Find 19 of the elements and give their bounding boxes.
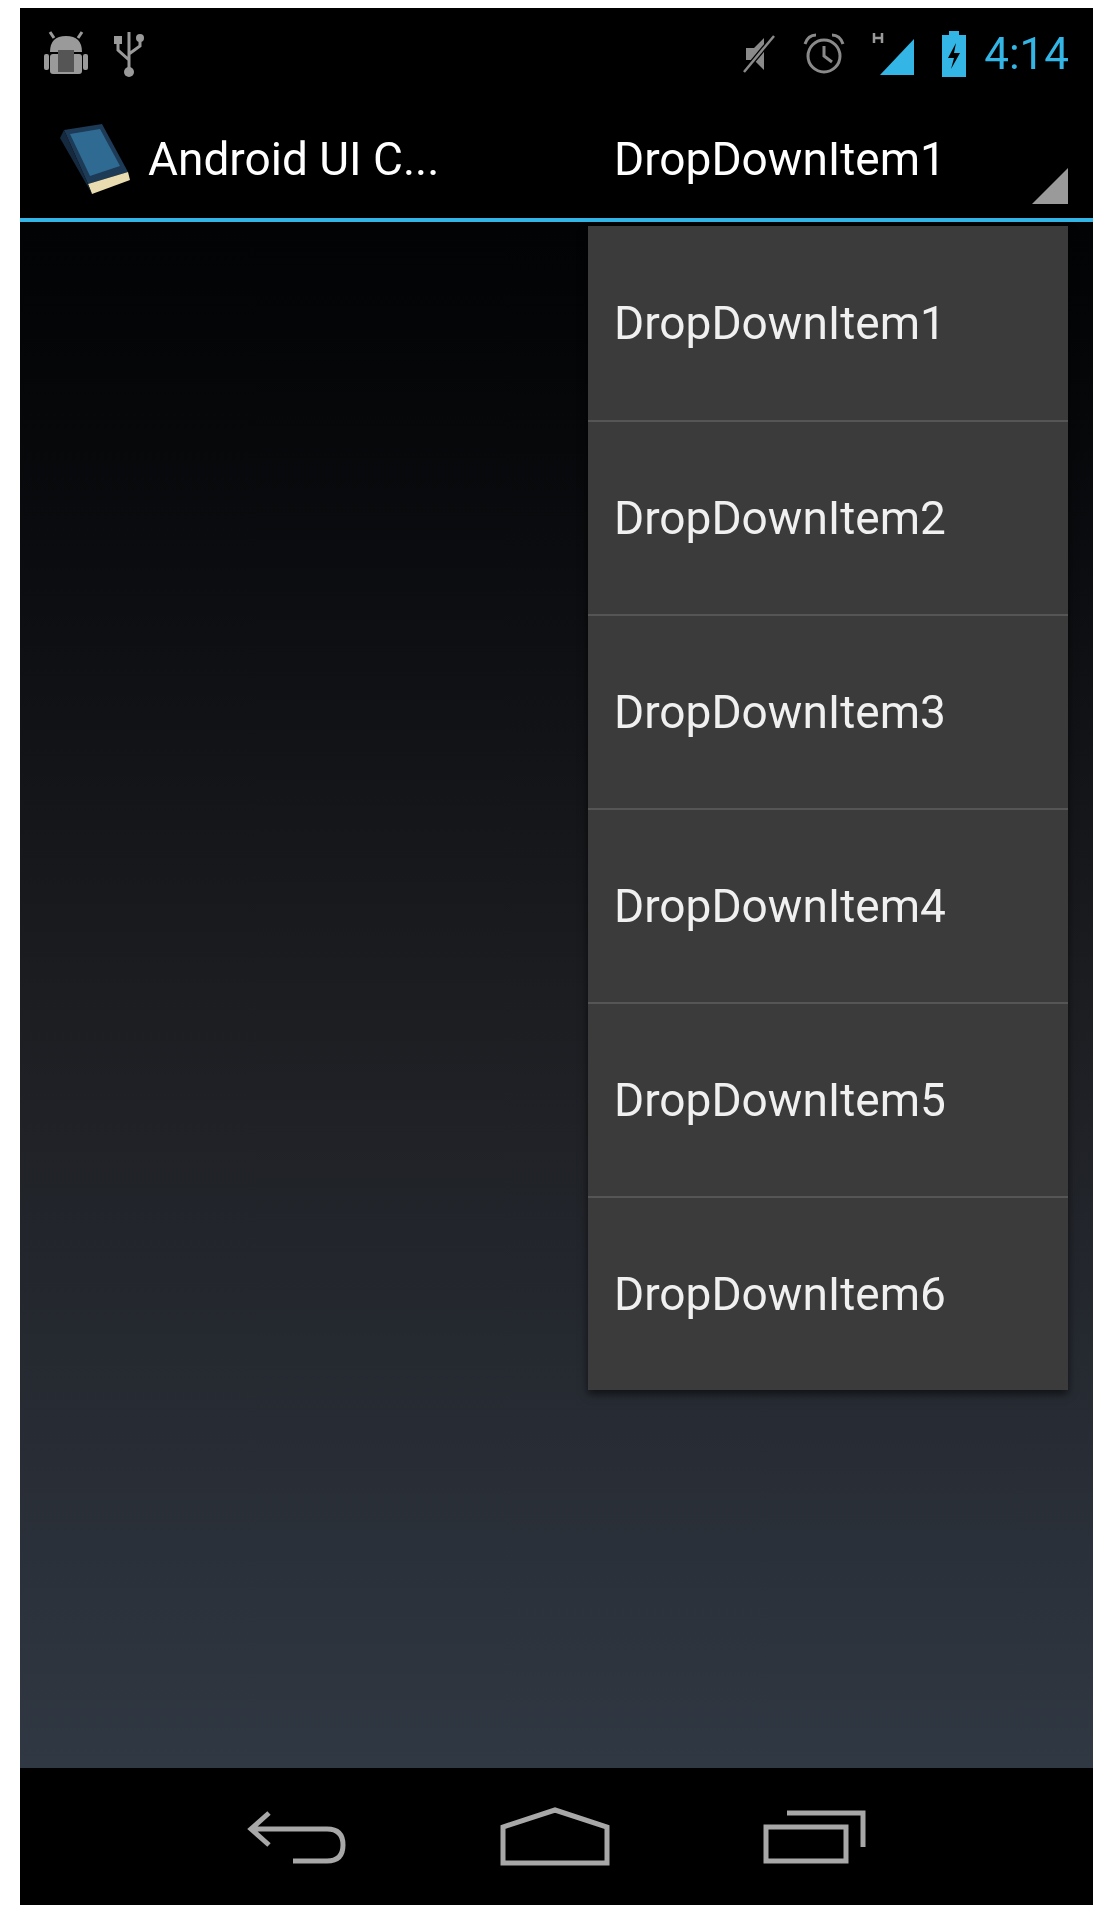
dropdown-item[interactable]: DropDownItem6	[588, 1196, 1068, 1390]
battery-icon	[942, 31, 967, 77]
clock-time: 4:14	[984, 27, 1069, 82]
signal-icon	[872, 31, 917, 77]
dropdown-item[interactable]: DropDownItem5	[588, 1002, 1068, 1196]
book-icon	[58, 122, 132, 196]
dropdown-item[interactable]: DropDownItem2	[588, 420, 1068, 614]
usb-icon	[114, 30, 144, 78]
dropdown-item[interactable]: DropDownItem4	[588, 808, 1068, 1002]
dropdown-item[interactable]: DropDownItem1	[588, 226, 1068, 420]
alarm-clock-icon	[802, 32, 847, 76]
muted-speaker-icon	[742, 34, 777, 74]
app-title: Android UI C...	[148, 130, 440, 188]
back-icon[interactable]	[246, 1808, 347, 1865]
dropdown-item[interactable]: DropDownItem3	[588, 614, 1068, 808]
dropdown-spinner[interactable]: DropDownItem1	[588, 100, 1068, 218]
recent-apps-icon[interactable]	[762, 1808, 867, 1865]
home-icon[interactable]	[499, 1806, 610, 1867]
dropdown-corner-icon	[1032, 168, 1068, 204]
